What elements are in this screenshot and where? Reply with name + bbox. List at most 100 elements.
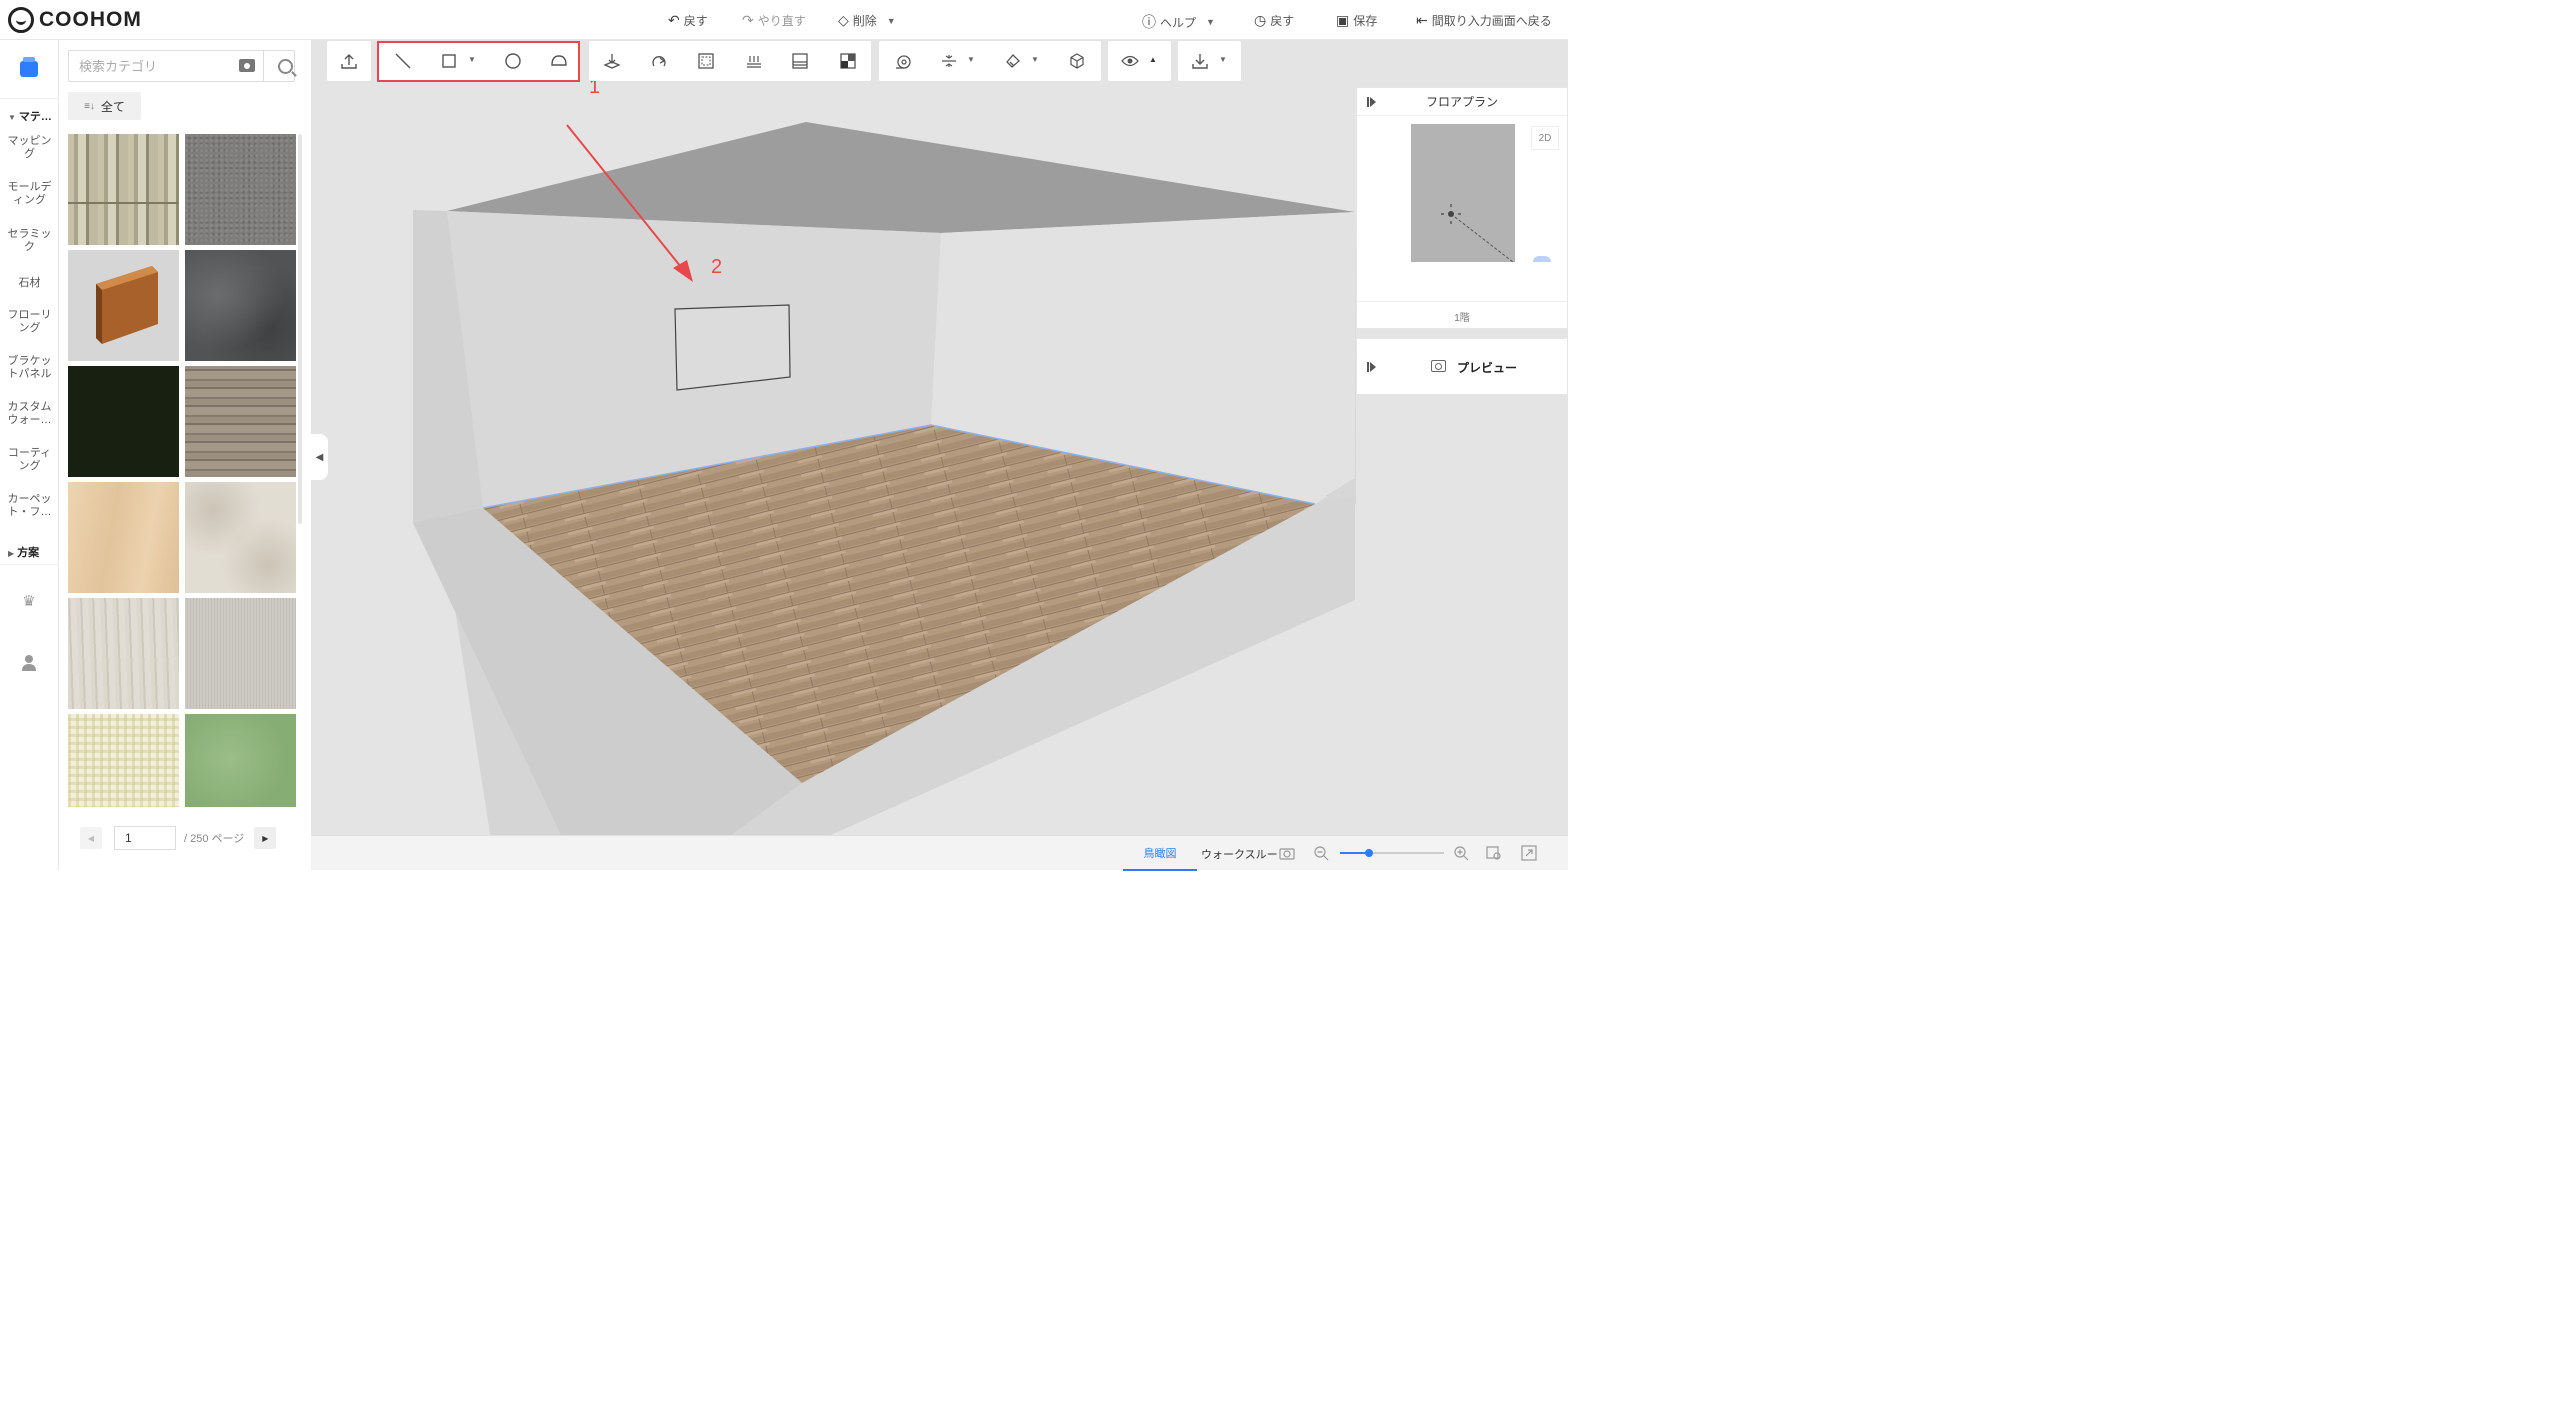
- toolbar-upload: [327, 41, 371, 81]
- select-region-icon[interactable]: [696, 51, 716, 71]
- upload-icon[interactable]: [339, 51, 359, 71]
- clock-icon: ◷: [1254, 12, 1267, 28]
- filter-all-button[interactable]: ≡↓ 全て: [68, 92, 141, 120]
- nav-item-custom-wall[interactable]: カスタムウォー…: [4, 401, 55, 427]
- nav-item-molding[interactable]: モールディング: [4, 181, 55, 207]
- next-page-button[interactable]: ▶: [254, 827, 277, 849]
- material-tile[interactable]: [185, 482, 296, 593]
- floorplan-minimap[interactable]: [1411, 124, 1515, 263]
- delete-button[interactable]: ◇ 削除 ▼: [838, 12, 896, 29]
- chevron-up-icon[interactable]: ▲: [1149, 55, 1157, 64]
- redo-button[interactable]: ↷ やり直す: [742, 12, 806, 29]
- save-button[interactable]: ▣ 保存: [1336, 12, 1377, 29]
- tab-walkthrough[interactable]: ウォークスルー: [1201, 836, 1281, 871]
- zoom-slider[interactable]: [1340, 849, 1444, 857]
- split-view-icon[interactable]: [838, 51, 858, 71]
- undo-button[interactable]: ↶ 戻す: [668, 12, 708, 29]
- material-tile[interactable]: [68, 366, 179, 477]
- material-tile[interactable]: [68, 714, 179, 807]
- nav-item-coating[interactable]: コーティング: [4, 447, 55, 473]
- filter-all-label: 全て: [100, 99, 125, 114]
- camera-icon: [1431, 360, 1446, 372]
- 3d-viewport[interactable]: ▼ 1 2 ▼ ▼ ▲ ▼ ◀ フロアプラン 2D 1階 プレビュー 鳥瞰図 ウ…: [311, 40, 1568, 871]
- fullscreen-icon[interactable]: [1521, 845, 1537, 861]
- delete-label: 削除: [852, 14, 877, 28]
- baseboard-thumbnail: [96, 266, 158, 344]
- panel-collapse-icon[interactable]: [1367, 362, 1376, 372]
- rotate-icon[interactable]: [649, 51, 669, 71]
- material-tile[interactable]: [185, 598, 296, 709]
- toolbar-download: ▼: [1178, 41, 1241, 81]
- floorplan-title: フロアプラン: [1425, 95, 1498, 109]
- zoom-in-icon[interactable]: [1453, 845, 1469, 861]
- page-number-input[interactable]: 1: [114, 826, 176, 850]
- prev-page-button[interactable]: ◀: [80, 827, 102, 849]
- material-tile[interactable]: [185, 134, 296, 245]
- catalog-scrollbar[interactable]: [298, 134, 302, 524]
- camera-settings-icon[interactable]: [1279, 845, 1295, 861]
- crown-icon[interactable]: ♛: [20, 592, 38, 610]
- floor-selector[interactable]: 1階: [1357, 301, 1567, 324]
- eye-icon[interactable]: [1120, 51, 1140, 71]
- search-icon[interactable]: [278, 59, 293, 74]
- eraser-icon: ◇: [838, 12, 849, 28]
- chevron-down-icon[interactable]: ▼: [1031, 55, 1039, 64]
- material-tile[interactable]: [68, 134, 179, 245]
- measure-icon[interactable]: [893, 51, 913, 71]
- camera-search-icon[interactable]: [239, 59, 255, 72]
- material-tile[interactable]: [185, 250, 296, 361]
- help-button[interactable]: ⓘ ヘルプ ▼: [1142, 12, 1215, 32]
- save-label: 保存: [1353, 14, 1378, 28]
- sort-icon: ≡↓: [84, 100, 95, 112]
- toolbar-tools: ▼ ▼: [879, 41, 1101, 81]
- extrude-icon[interactable]: [602, 51, 622, 71]
- panel-layout-icon[interactable]: [790, 51, 810, 71]
- download-icon[interactable]: [1190, 51, 1210, 71]
- coohom-logo[interactable]: COOHOM: [8, 7, 142, 33]
- zoom-out-icon[interactable]: [1313, 845, 1329, 861]
- back-to-floorplan-button[interactable]: ⇤ 間取り入力画面へ戻る: [1416, 12, 1552, 29]
- redo-icon: ↷: [742, 12, 754, 28]
- tab-birds-eye[interactable]: 鳥瞰図: [1123, 836, 1197, 871]
- nav-group-materials[interactable]: ▼ マテ…: [8, 108, 52, 124]
- divider: [263, 51, 264, 81]
- align-icon[interactable]: [939, 51, 959, 71]
- align-floor-icon[interactable]: [744, 51, 764, 71]
- save-icon: ▣: [1336, 12, 1350, 28]
- material-tile[interactable]: [68, 250, 179, 361]
- material-tile[interactable]: [185, 714, 296, 807]
- view-mode-bar: 鳥瞰図 ウォークスルー: [311, 835, 1568, 871]
- 3d-cube-icon[interactable]: [1067, 51, 1087, 71]
- nav-item-bracket-panel[interactable]: ブラケットパネル: [4, 355, 55, 381]
- view-2d-toggle[interactable]: 2D: [1531, 126, 1559, 150]
- search-box: [68, 50, 295, 82]
- material-tile[interactable]: [68, 598, 179, 709]
- nav-item-stone[interactable]: 石材: [4, 277, 55, 290]
- chevron-down-icon[interactable]: ▼: [1219, 55, 1227, 64]
- material-library-icon[interactable]: [20, 57, 38, 77]
- collapse-panel-button[interactable]: ◀: [311, 434, 328, 480]
- zoom-slider-handle[interactable]: [1365, 849, 1373, 857]
- material-tile[interactable]: [185, 366, 296, 477]
- divider: [0, 564, 59, 565]
- paint-brush-icon[interactable]: [1003, 51, 1023, 71]
- nav-item-carpet[interactable]: カーペット・フ…: [4, 493, 55, 519]
- undo-icon: ↶: [668, 12, 680, 28]
- chevron-down-icon[interactable]: ▼: [967, 55, 975, 64]
- nav-group-plans[interactable]: ▶ 方案: [8, 544, 39, 560]
- history-button[interactable]: ◷ 戻す: [1254, 12, 1294, 29]
- annotation-box: [377, 41, 580, 82]
- nav-item-ceramic[interactable]: セラミック: [4, 228, 55, 254]
- chevron-down-icon: ▼: [1206, 17, 1215, 27]
- material-tile[interactable]: [68, 482, 179, 593]
- nav-item-mapping[interactable]: マッピング: [4, 135, 55, 161]
- preview-panel[interactable]: プレビュー: [1356, 338, 1568, 395]
- search-input[interactable]: [79, 57, 229, 75]
- fit-view-icon[interactable]: [1486, 845, 1502, 861]
- nav-group-label: マテ…: [18, 111, 52, 123]
- user-icon[interactable]: [20, 654, 38, 672]
- help-icon: ⓘ: [1142, 14, 1156, 30]
- panel-collapse-icon[interactable]: [1367, 97, 1376, 107]
- nav-item-flooring[interactable]: フローリング: [4, 309, 55, 335]
- annotation-label-2: 2: [711, 256, 723, 278]
